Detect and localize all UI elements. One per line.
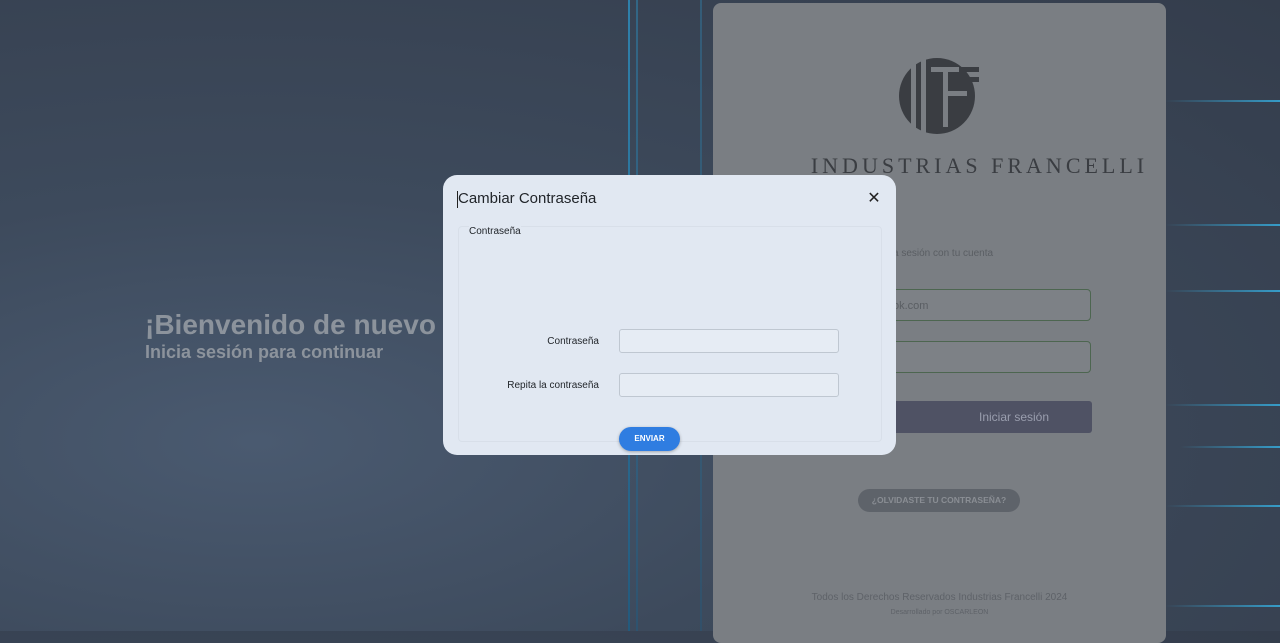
email-field[interactable]: ok.com [888, 289, 1091, 321]
welcome-heading: ¡Bienvenido de nuevo [145, 309, 436, 340]
forgot-password-button[interactable]: ¿OLVIDASTE TU CONTRASEÑA? [858, 489, 1020, 512]
repeat-password-label: Repita la contraseña [507, 380, 599, 391]
fieldset-legend: Contraseña [469, 226, 521, 237]
new-password-input[interactable] [619, 329, 839, 353]
glow-line [1165, 224, 1280, 226]
glow-line [1165, 605, 1280, 607]
welcome-subheading: Inicia sesión para continuar [145, 342, 384, 362]
password-label: Contraseña [547, 336, 599, 347]
submit-button[interactable]: ENVIAR [619, 427, 680, 451]
copyright-text: Todos los Derechos Reservados Industrias… [811, 592, 1068, 603]
login-button[interactable]: Iniciar sesión [888, 401, 1092, 433]
glow-line [1165, 505, 1280, 507]
glow-line [1165, 404, 1280, 406]
welcome-block: ¡Bienvenido de nuevo Inicia sesión para … [145, 309, 436, 363]
password-fieldset: Contraseña Contraseña Repita la contrase… [458, 226, 882, 451]
password-field[interactable] [888, 341, 1091, 373]
company-logo [899, 55, 979, 137]
glow-line [1180, 446, 1280, 448]
close-icon[interactable]: ✕ [867, 191, 881, 207]
glow-line [1165, 290, 1280, 292]
repeat-password-input[interactable] [619, 373, 839, 397]
login-subtitle: a sesión con tu cuenta [893, 248, 994, 259]
modal-title: Cambiar Contraseña [456, 190, 597, 208]
developer-credit: Desarrollado por OSCARLEON [890, 609, 989, 616]
glow-line [1165, 100, 1280, 102]
change-password-modal: Cambiar Contraseña ✕ Contraseña Contrase… [443, 175, 896, 455]
